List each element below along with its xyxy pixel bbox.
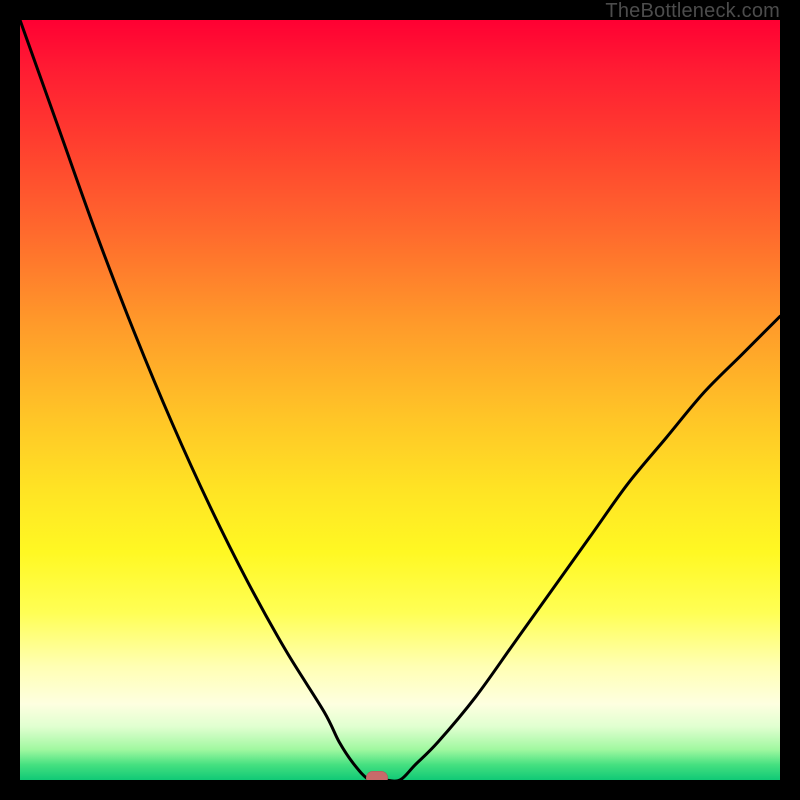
chart-container: TheBottleneck.com bbox=[0, 0, 800, 800]
plot-area bbox=[20, 20, 780, 780]
optimal-point-marker bbox=[366, 771, 388, 780]
curve-path bbox=[20, 20, 780, 780]
bottleneck-curve bbox=[20, 20, 780, 780]
